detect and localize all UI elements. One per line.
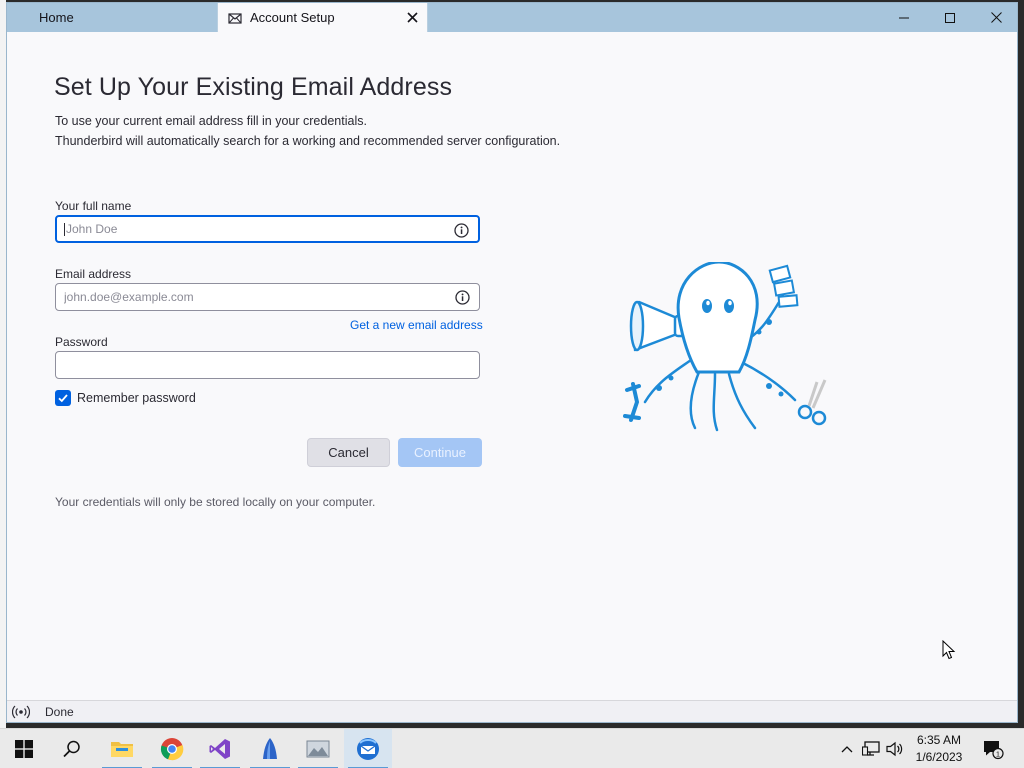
info-icon[interactable]: [455, 290, 470, 305]
tab-home[interactable]: Home: [7, 3, 217, 32]
taskbar-clock[interactable]: 6:35 AM 1/6/2023: [906, 732, 972, 766]
taskbar-chrome[interactable]: [148, 729, 196, 768]
network-button[interactable]: [860, 729, 882, 768]
password-field[interactable]: [55, 351, 480, 379]
tab-close-icon[interactable]: [405, 10, 419, 24]
get-new-email-link[interactable]: Get a new email address: [350, 318, 483, 332]
status-bar: Done: [7, 700, 1017, 722]
remember-password-checkbox[interactable]: [55, 390, 71, 406]
volume-button[interactable]: [884, 729, 906, 768]
taskbar-thunderbird[interactable]: [344, 729, 392, 768]
password-label: Password: [55, 335, 108, 349]
email-label: Email address: [55, 267, 132, 281]
taskbar-photos[interactable]: [294, 729, 342, 768]
thunderbird-icon: [357, 738, 379, 760]
notification-count: 1: [996, 749, 1000, 758]
minimize-button[interactable]: [881, 3, 927, 32]
visual-studio-icon: [209, 739, 230, 759]
tab-home-label: Home: [39, 10, 74, 25]
mouse-cursor-icon: [942, 640, 956, 660]
chevron-up-icon: [841, 746, 853, 753]
description-line-1: To use your current email address fill i…: [55, 114, 367, 128]
tab-account-setup-label: Account Setup: [250, 10, 335, 25]
notifications-button[interactable]: 1: [978, 729, 1008, 768]
checkmark-icon: [58, 394, 68, 403]
show-hidden-icons-button[interactable]: [838, 729, 856, 768]
page-title: Set Up Your Existing Email Address: [54, 73, 453, 101]
photos-icon: [306, 740, 330, 758]
start-button[interactable]: [0, 729, 48, 768]
full-name-input[interactable]: [66, 222, 436, 236]
volume-icon: [886, 741, 903, 757]
close-window-button[interactable]: [973, 3, 1017, 32]
search-icon: [63, 740, 80, 758]
activity-icon[interactable]: [12, 704, 30, 720]
taskbar-file-explorer[interactable]: [98, 729, 146, 768]
chrome-icon: [160, 738, 184, 761]
cancel-button[interactable]: Cancel: [307, 438, 390, 467]
network-icon: [862, 741, 880, 756]
text-caret: [64, 222, 65, 236]
credentials-note: Your credentials will only be stored loc…: [55, 495, 376, 509]
email-field[interactable]: [55, 283, 480, 311]
maximize-icon: [945, 12, 955, 23]
start-icon: [15, 740, 33, 758]
title-bar: Home Account Setup: [7, 3, 1017, 32]
password-input[interactable]: [64, 358, 434, 372]
close-icon: [990, 12, 1002, 23]
minimize-icon: [899, 17, 909, 18]
taskbar-app[interactable]: [246, 729, 294, 768]
maximize-button[interactable]: [927, 3, 973, 32]
account-setup-page: Set Up Your Existing Email Address To us…: [7, 32, 1017, 700]
status-text: Done: [45, 704, 74, 719]
description-line-2: Thunderbird will automatically search fo…: [55, 134, 561, 148]
file-explorer-icon: [111, 742, 133, 757]
taskbar-visual-studio[interactable]: [196, 729, 244, 768]
tab-account-setup[interactable]: Account Setup: [217, 3, 428, 32]
info-icon[interactable]: [454, 223, 469, 238]
remember-password-label: Remember password: [77, 391, 196, 405]
taskbar: 6:35 AM 1/6/2023 1: [0, 728, 1024, 768]
email-input[interactable]: [64, 290, 434, 304]
full-name-label: Your full name: [55, 199, 132, 213]
continue-button[interactable]: Continue: [398, 438, 482, 467]
app-icon: [263, 738, 277, 759]
remember-password-row: Remember password: [55, 390, 196, 406]
clock-date: 1/6/2023: [915, 750, 963, 764]
notification-icon: 1: [984, 741, 1004, 760]
search-button[interactable]: [48, 729, 96, 768]
thunderbird-window: Home Account Setup Set Up Your Existing …: [6, 2, 1018, 723]
octopus-illustration: [623, 262, 827, 432]
mail-icon: [228, 11, 242, 25]
clock-time: 6:35 AM: [916, 733, 962, 747]
full-name-field[interactable]: [55, 215, 480, 243]
